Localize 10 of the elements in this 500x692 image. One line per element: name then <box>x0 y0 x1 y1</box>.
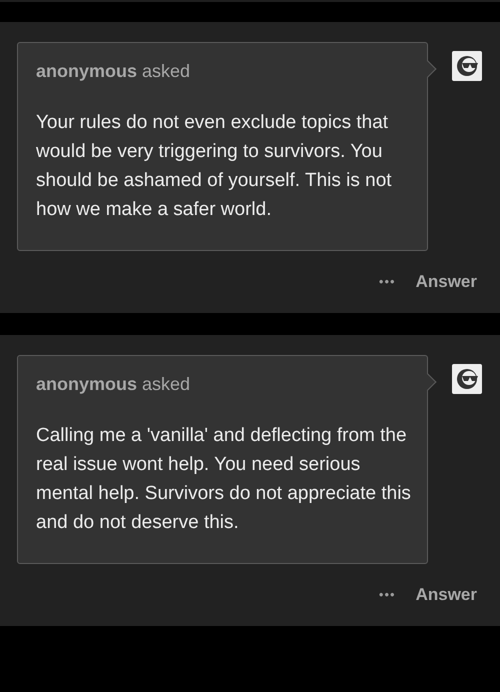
answer-button[interactable]: Answer <box>416 582 477 608</box>
avatar-icon[interactable] <box>452 51 482 81</box>
asker-label: anonymous asked <box>36 60 192 83</box>
more-button[interactable]: ••• <box>378 272 396 292</box>
more-button[interactable]: ••• <box>378 585 396 605</box>
avatar-icon[interactable] <box>452 364 482 394</box>
answer-button[interactable]: Answer <box>416 269 477 295</box>
question-text: Calling me a 'vanilla' and deflecting from the real issue wont help. You need serious mental help. Survivors do not appreciate this and do not deserve this. <box>36 424 412 535</box>
question-text: Your rules do not even exclude topics that would be very triggering to survivors. You should be ashamed of yourself. This is not how we make a safer world. <box>36 111 393 222</box>
asker-label: anonymous asked <box>36 373 192 396</box>
